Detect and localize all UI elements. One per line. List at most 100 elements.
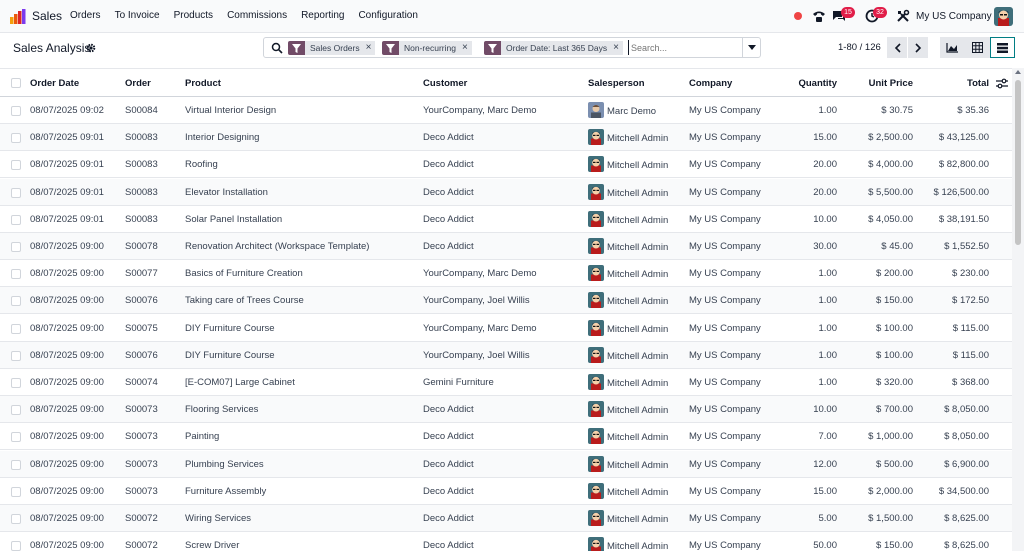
remove-facet-button[interactable]: ×	[365, 41, 376, 55]
column-customer[interactable]: Customer	[423, 78, 467, 89]
menu-products[interactable]: Products	[174, 10, 213, 21]
cell-product: Elevator Installation	[185, 186, 268, 198]
table-row[interactable]: 08/07/2025 09:00 S00073 Painting Deco Addic…	[0, 423, 1012, 451]
cell-unit-price: $ 200.00	[876, 268, 913, 280]
list-view-button[interactable]	[990, 37, 1015, 58]
menu-to-invoice[interactable]: To Invoice	[115, 10, 160, 21]
table-row[interactable]: 08/07/2025 09:00 S00073 Flooring Services D…	[0, 396, 1012, 424]
row-checkbox[interactable]	[11, 514, 21, 524]
table-row[interactable]: 08/07/2025 09:00 S00078 Renovation Archite…	[0, 233, 1012, 260]
facet-label: Sales Orders	[305, 41, 366, 55]
scroll-up-arrow-icon[interactable]	[1015, 70, 1021, 74]
row-checkbox[interactable]	[11, 541, 21, 551]
list-icon	[997, 42, 1008, 53]
row-checkbox[interactable]	[11, 269, 21, 280]
row-checkbox[interactable]	[11, 133, 21, 144]
cell-company: My US Company	[689, 241, 761, 252]
cell-order-date: 08/07/2025 09:00	[30, 241, 104, 252]
app-name[interactable]: Sales	[32, 9, 62, 23]
menu-commissions[interactable]: Commissions	[227, 10, 287, 21]
user-avatar[interactable]	[994, 7, 1013, 26]
facet-label: Non-recurring	[399, 41, 462, 55]
pager-previous-button[interactable]	[887, 37, 907, 58]
column-order-date[interactable]: Order Date	[30, 78, 79, 89]
column-order[interactable]: Order	[125, 78, 151, 89]
menu-reporting[interactable]: Reporting	[301, 10, 344, 21]
table-row[interactable]: 08/07/2025 09:00 S00076 Taking care of Tre…	[0, 287, 1012, 315]
row-checkbox[interactable]	[11, 242, 21, 252]
pager-next-button[interactable]	[908, 37, 928, 58]
search-options-toggle[interactable]	[742, 38, 761, 57]
table-row[interactable]: 08/07/2025 09:00 S00075 DIY Furniture Cour…	[0, 315, 1012, 342]
cell-total: $ 8,050.00	[944, 404, 989, 416]
cell-company: My US Company	[689, 404, 761, 416]
column-salesperson[interactable]: Salesperson	[588, 78, 645, 89]
company-switcher[interactable]: My US Company	[916, 11, 992, 22]
tools-icon[interactable]	[896, 9, 910, 23]
row-checkbox[interactable]	[11, 378, 21, 388]
cell-customer: Deco Addict	[423, 213, 474, 225]
cell-unit-price: $ 30.75	[881, 105, 913, 116]
chevron-left-icon	[894, 42, 901, 53]
column-company[interactable]: Company	[689, 78, 732, 89]
cell-order-date: 08/07/2025 09:01	[30, 213, 104, 225]
search-input[interactable]	[628, 40, 738, 55]
row-checkbox[interactable]	[11, 350, 21, 361]
table-row[interactable]: 08/07/2025 09:00 S00076 DIY Furniture Cour…	[0, 341, 1012, 369]
column-quantity[interactable]: Quantity	[798, 78, 837, 89]
table-row[interactable]: 08/07/2025 09:01 S00083 Interior Designing…	[0, 124, 1012, 152]
pivot-view-button[interactable]	[965, 37, 990, 58]
cell-order: S00083	[125, 159, 158, 171]
table-row[interactable]: 08/07/2025 09:00 S00074 [E-COM07] Large Ca…	[0, 369, 1012, 396]
remove-facet-button[interactable]: ×	[613, 41, 623, 55]
row-checkbox[interactable]	[11, 323, 21, 334]
table-row[interactable]: 08/07/2025 09:00 S00077 Basics of Furnitur…	[0, 260, 1012, 288]
search-icon[interactable]	[271, 42, 283, 54]
table-row[interactable]: 08/07/2025 09:00 S00073 Plumbing Services D…	[0, 450, 1012, 478]
row-checkbox[interactable]	[11, 214, 21, 225]
cell-product: DIY Furniture Course	[185, 349, 275, 361]
table-row[interactable]: 08/07/2025 09:01 S00083 Solar Panel Instal…	[0, 206, 1012, 233]
table-row[interactable]: 08/07/2025 09:00 S00073 Furniture Assembly…	[0, 478, 1012, 505]
gear-icon[interactable]	[86, 43, 96, 53]
cell-unit-price: $ 100.00	[876, 349, 913, 361]
table-row[interactable]: 08/07/2025 09:01 S00083 Elevator Installat…	[0, 178, 1012, 206]
row-checkbox[interactable]	[11, 459, 21, 470]
remove-facet-button[interactable]: ×	[461, 41, 472, 55]
row-checkbox[interactable]	[11, 405, 21, 416]
recording-indicator-icon[interactable]	[794, 12, 802, 20]
optional-columns-toggle-icon[interactable]	[996, 78, 1008, 89]
salesperson-avatar	[588, 510, 604, 526]
table-row[interactable]: 08/07/2025 09:00 S00072 Screw Driver Deco A…	[0, 532, 1012, 551]
cell-order: S00077	[125, 268, 158, 280]
facet-order-date: Order Date: Last 365 Days ×	[484, 41, 623, 55]
phone-icon[interactable]	[812, 9, 826, 23]
row-checkbox[interactable]	[11, 432, 21, 443]
row-checkbox[interactable]	[11, 160, 21, 171]
cell-product: Roofing	[185, 159, 218, 171]
graph-view-button[interactable]	[940, 37, 965, 58]
sales-app-icon[interactable]	[10, 9, 26, 24]
column-unit-price[interactable]: Unit Price	[869, 78, 913, 89]
menu-orders[interactable]: Orders	[70, 10, 101, 21]
cell-quantity: 1.00	[818, 295, 838, 307]
menu-configuration[interactable]: Configuration	[358, 10, 417, 21]
table-row[interactable]: 08/07/2025 09:02 S00084 Virtual Interior D…	[0, 97, 1012, 124]
row-checkbox[interactable]	[11, 486, 21, 497]
cell-order-date: 08/07/2025 09:00	[30, 431, 104, 443]
pager-value[interactable]: 1-80 / 126	[838, 42, 881, 53]
scrollbar-thumb[interactable]	[1015, 80, 1021, 245]
cell-unit-price: $ 700.00	[876, 404, 913, 416]
table-row[interactable]: 08/07/2025 09:00 S00072 Wiring Services Dec…	[0, 505, 1012, 532]
select-all-checkbox[interactable]	[11, 78, 21, 88]
row-checkbox[interactable]	[11, 296, 21, 307]
table-header: Order Date Order Product Customer Salesp…	[0, 68, 1012, 97]
cell-unit-price: $ 4,000.00	[868, 159, 913, 171]
row-checkbox[interactable]	[11, 187, 21, 198]
row-checkbox[interactable]	[11, 106, 21, 116]
vertical-scrollbar[interactable]	[1012, 68, 1024, 551]
table-row[interactable]: 08/07/2025 09:01 S00083 Roofing Deco Addict…	[0, 151, 1012, 179]
cell-quantity: 12.00	[813, 458, 837, 470]
column-total[interactable]: Total	[967, 78, 989, 89]
column-product[interactable]: Product	[185, 78, 221, 89]
